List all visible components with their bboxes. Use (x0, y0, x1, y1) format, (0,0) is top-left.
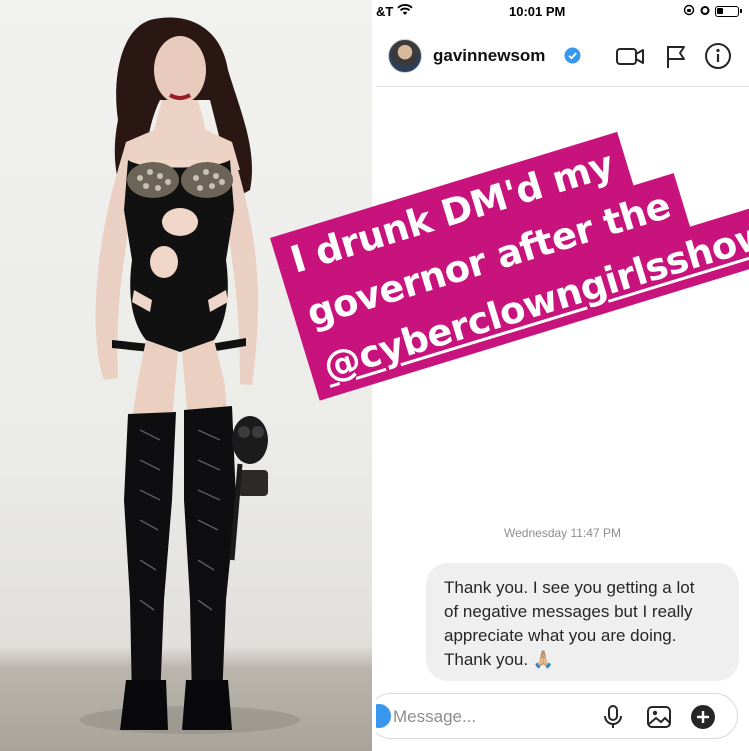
carrier: &T (376, 4, 413, 19)
orientation-lock-icon (683, 4, 695, 19)
message-line: of negative messages but I really (444, 602, 693, 621)
microphone-icon[interactable] (599, 703, 627, 731)
gallery-icon[interactable] (645, 703, 673, 731)
message-bubble[interactable]: Thank you. I see you getting a lot of ne… (426, 563, 739, 681)
message-line: Thank you. I see you getting a lot (444, 578, 695, 597)
video-call-icon[interactable] (615, 41, 645, 71)
status-time: 10:01 PM (509, 4, 566, 19)
verified-badge-icon (564, 47, 581, 64)
add-icon[interactable] (689, 703, 717, 731)
flag-icon[interactable] (661, 41, 691, 71)
message-line: appreciate what you are doing. (444, 626, 677, 645)
username[interactable]: gavinnewsom (433, 46, 545, 66)
wifi-icon (397, 4, 413, 19)
status-bar: &T 10:01 PM (376, 0, 749, 24)
dm-header: gavinnewsom (376, 28, 749, 87)
camera-button[interactable] (376, 704, 391, 728)
status-right (683, 4, 742, 19)
carrier-label: &T (376, 4, 394, 19)
message-timestamp: Wednesday 11:47 PM (504, 526, 621, 540)
alarm-icon (699, 4, 711, 19)
message-line: Thank you. 🙏🏼 (444, 650, 554, 669)
battery-icon (715, 6, 742, 17)
message-composer (376, 693, 738, 739)
info-icon[interactable] (703, 41, 733, 71)
avatar[interactable] (388, 39, 422, 73)
message-input[interactable] (391, 704, 595, 730)
